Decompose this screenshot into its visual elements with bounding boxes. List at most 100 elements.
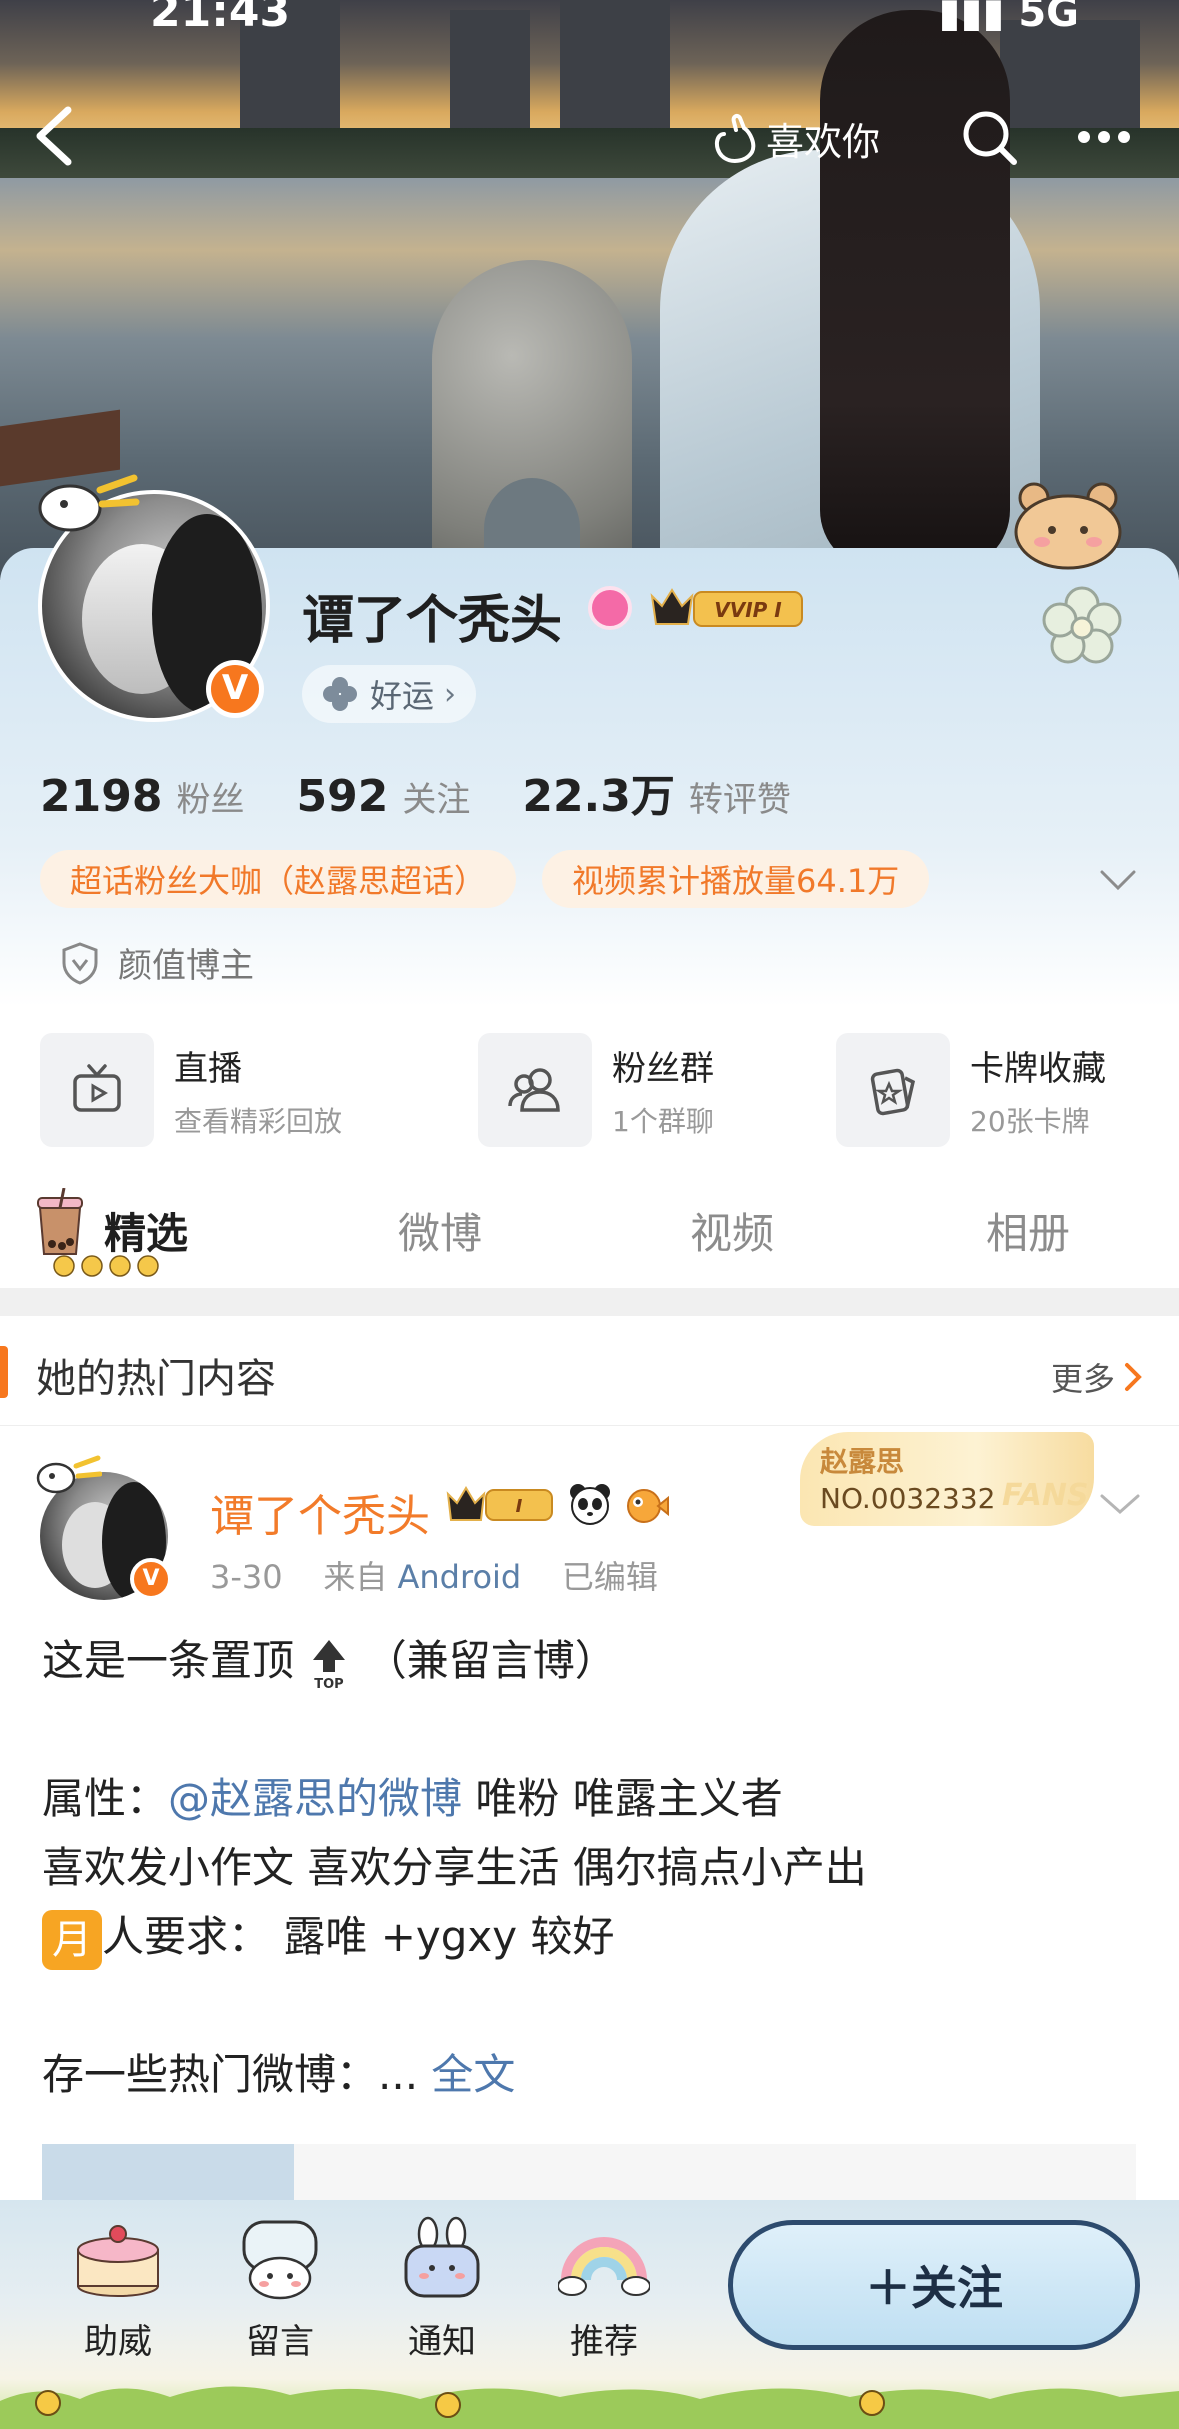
fans-card-badge[interactable]: 赵露思 NO.0032332 FANS: [800, 1432, 1094, 1526]
chevron-down-icon[interactable]: [1098, 1490, 1142, 1518]
cover-building: [560, 0, 670, 135]
tv-icon: [40, 1033, 154, 1147]
profile-name: 谭了个秃头: [302, 591, 563, 651]
post-source[interactable]: Android: [398, 1558, 522, 1596]
clover-icon: [323, 677, 357, 711]
more-button[interactable]: 更多: [1051, 1354, 1143, 1400]
more-label: 更多: [1050, 1360, 1115, 1398]
post-line-3: 喜欢发小作文 喜欢分享生活 偶尔搞点小产出: [42, 1843, 867, 1892]
service-fan-group-title: 粉丝群: [612, 1048, 714, 1089]
post-date: 3-30: [210, 1558, 283, 1596]
notify-button[interactable]: 通知: [382, 2216, 502, 2366]
luck-chip[interactable]: 好运 ›: [302, 665, 477, 723]
grass-decoration: [0, 2386, 1179, 2429]
cheer-button[interactable]: 助威: [58, 2216, 178, 2366]
network-label: 5G: [1018, 0, 1079, 36]
fans-label[interactable]: 粉丝: [176, 772, 244, 821]
full-text-link[interactable]: 全文: [431, 2050, 515, 2099]
post-body: 这是一条置顶 TOP （兼留言博） 属性：@赵露思的微博 唯粉 唯露主义者 喜欢…: [42, 1626, 1142, 2109]
pinned-top-icon: TOP: [313, 1639, 346, 1692]
fans-card-number: NO.0032332: [820, 1482, 996, 1515]
hot-content-title: 她的热门内容: [36, 1356, 276, 1402]
fans-card-name: 赵露思: [820, 1445, 905, 1478]
post-text: 存一些热门微博：...: [42, 2050, 432, 2099]
tab-video[interactable]: 视频: [690, 1200, 774, 1261]
post-author-name[interactable]: 谭了个秃头: [210, 1480, 430, 1544]
service-live[interactable]: 直播 查看精彩回放: [40, 1032, 342, 1148]
cheer-label: 助威: [84, 2322, 152, 2362]
tab-weibo[interactable]: 微博: [398, 1200, 482, 1261]
search-icon[interactable]: [960, 108, 1020, 168]
panda-icon: [570, 1484, 610, 1525]
group-icon: [478, 1033, 592, 1147]
svg-text:TOP: TOP: [315, 1677, 344, 1692]
post-line-2: 属性：@赵露思的微博 唯粉 唯露主义者: [42, 1764, 1142, 1833]
vip-badge-label: VVIP I: [714, 598, 782, 622]
mention-link[interactable]: @赵露思的微博: [168, 1774, 462, 1823]
cover-building: [450, 10, 530, 130]
post-text: 属性：: [42, 1774, 169, 1823]
following-count[interactable]: 592: [296, 771, 388, 822]
service-card-collection[interactable]: 卡牌收藏 20张卡牌: [836, 1032, 1106, 1148]
tab-featured[interactable]: 精选: [104, 1200, 188, 1261]
post-line-5: 存一些热门微博：... 全文: [42, 2040, 1142, 2109]
luck-label: 好运: [370, 677, 435, 715]
bird-sticker-icon: [36, 1455, 102, 1494]
bear-sticker-icon: [1014, 482, 1122, 570]
post-verified-badge: V: [130, 1558, 172, 1600]
bottom-action-bar: 助威 留言 通知 推荐 ＋关注: [0, 2200, 1179, 2429]
service-card-collection-sub: 20张卡牌: [970, 1104, 1090, 1138]
bird-sticker-icon: [38, 474, 140, 532]
service-row: 直播 查看精彩回放 粉丝群 1个群聊 卡牌收藏 20张卡牌: [40, 1032, 1150, 1148]
status-network: ▮▮▮ 5G: [938, 0, 1079, 36]
like-you-label: 喜欢你: [766, 119, 881, 164]
service-fan-group[interactable]: 粉丝群 1个群聊: [478, 1032, 714, 1148]
back-icon[interactable]: [30, 104, 78, 168]
chevron-right-icon: [1125, 1363, 1142, 1391]
post-meta: 3-30 来自 Android 已编辑: [210, 1552, 658, 1598]
certification-row[interactable]: 颜值博主: [60, 938, 254, 987]
like-you-button[interactable]: 喜欢你: [710, 110, 880, 166]
female-icon: [588, 586, 632, 630]
post-line-4: 月人要求： 露唯 +ygxy 较好: [42, 1902, 1142, 1971]
hand-heart-icon: [715, 113, 756, 163]
member-badge: I: [446, 1486, 553, 1521]
post-text: 这是一条置顶: [42, 1636, 295, 1685]
moon-emoji-icon: 月: [42, 1909, 102, 1970]
following-label[interactable]: 关注: [402, 772, 470, 821]
tab-album[interactable]: 相册: [986, 1200, 1070, 1261]
post-source-prefix: 来自: [323, 1558, 388, 1596]
video-plays-tag[interactable]: 视频累计播放量64.1万: [542, 850, 930, 908]
cake-icon: [77, 2225, 159, 2297]
bunny-message-icon: [242, 2220, 318, 2300]
follow-button[interactable]: ＋关注: [728, 2220, 1140, 2350]
more-icon[interactable]: [1076, 122, 1132, 152]
post-text: （兼留言博）: [364, 1636, 617, 1685]
flower-sticker-icon: [1042, 586, 1122, 664]
profile-stats: 2198 粉丝 592 关注 22.3万 转评赞: [40, 760, 843, 824]
status-time: 21:43: [150, 0, 291, 37]
signal-icon: ▮▮▮: [938, 0, 1005, 36]
post-line-1: 这是一条置顶 TOP （兼留言博）: [42, 1626, 1142, 1695]
fans-count[interactable]: 2198: [40, 771, 162, 822]
puffer-fish-icon: [627, 1489, 669, 1523]
chevron-down-icon[interactable]: [1098, 866, 1138, 894]
supertopic-fan-tag[interactable]: 超话粉丝大咖（赵露思超话）: [40, 850, 517, 908]
bunny-notify-icon: [404, 2216, 480, 2298]
profile-tags: 超话粉丝大咖（赵露思超话） 视频累计播放量64.1万: [40, 850, 930, 908]
cover-person-hair: [820, 10, 1010, 570]
rainbow-icon: [557, 2237, 651, 2296]
vip-badge[interactable]: VVIP I: [648, 584, 808, 630]
recommend-button[interactable]: 推荐: [544, 2216, 664, 2366]
message-label: 留言: [246, 2322, 314, 2362]
verified-badge: V: [206, 660, 264, 718]
notify-label: 通知: [408, 2322, 476, 2362]
message-button[interactable]: 留言: [220, 2216, 340, 2366]
shield-icon: [62, 941, 98, 985]
post-text: 人要求： 露唯 +ygxy 较好: [102, 1912, 615, 1961]
post-edited[interactable]: 已编辑: [562, 1558, 658, 1596]
hot-content-header: 她的热门内容 更多: [0, 1316, 1179, 1426]
post-author-badges: I: [444, 1482, 670, 1526]
